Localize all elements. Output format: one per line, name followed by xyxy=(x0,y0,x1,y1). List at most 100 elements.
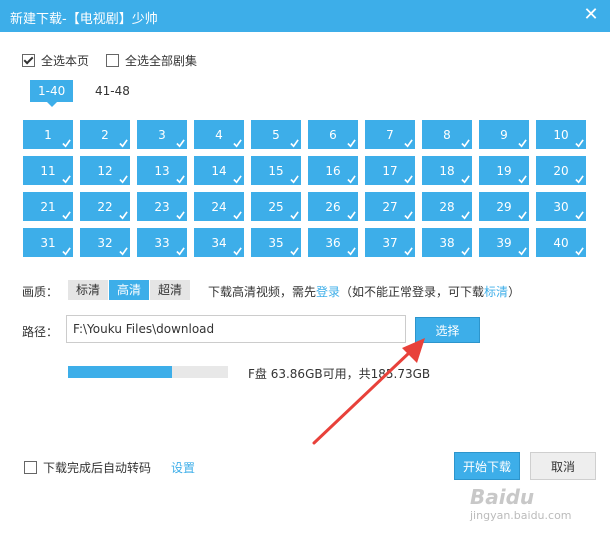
checkmark-icon xyxy=(290,139,299,148)
episode-item[interactable]: 15 xyxy=(251,156,301,185)
episode-item[interactable]: 29 xyxy=(479,192,529,221)
episode-item[interactable]: 20 xyxy=(536,156,586,185)
checkmark-icon xyxy=(62,211,71,220)
episode-item[interactable]: 33 xyxy=(137,228,187,257)
quality-fhd-button[interactable]: 超清 xyxy=(150,280,192,300)
checkmark-icon xyxy=(518,139,527,148)
episode-item[interactable]: 22 xyxy=(80,192,130,221)
episode-item[interactable]: 18 xyxy=(422,156,472,185)
checkmark-icon xyxy=(518,175,527,184)
episode-item[interactable]: 32 xyxy=(80,228,130,257)
tab-range-1-40[interactable]: 1-40 xyxy=(30,80,74,107)
quality-note-middle: （如不能正常登录，可下载 xyxy=(340,285,485,299)
checkbox-unchecked-icon[interactable] xyxy=(106,54,119,67)
episode-item[interactable]: 10 xyxy=(536,120,586,149)
checkmark-icon xyxy=(233,139,242,148)
episode-item[interactable]: 24 xyxy=(194,192,244,221)
episode-item[interactable]: 28 xyxy=(422,192,472,221)
episode-item[interactable]: 36 xyxy=(308,228,358,257)
episode-item[interactable]: 21 xyxy=(23,192,73,221)
checkmark-icon xyxy=(404,175,413,184)
start-download-button[interactable]: 开始下载 xyxy=(454,452,520,480)
download-path-input[interactable]: F:\Youku Files\download xyxy=(66,315,406,343)
disk-usage-bar xyxy=(68,366,228,378)
checkmark-icon xyxy=(404,211,413,220)
checkmark-icon xyxy=(347,247,356,256)
episode-item[interactable]: 2 xyxy=(80,120,130,149)
auto-transcode-label: 下载完成后自动转码 xyxy=(43,461,152,475)
sd-link[interactable]: 标清 xyxy=(484,285,508,299)
episode-item[interactable]: 26 xyxy=(308,192,358,221)
episode-item[interactable]: 31 xyxy=(23,228,73,257)
episode-item[interactable]: 34 xyxy=(194,228,244,257)
quality-note-suffix: ） xyxy=(508,285,521,299)
episode-item[interactable]: 14 xyxy=(194,156,244,185)
episode-item[interactable]: 4 xyxy=(194,120,244,149)
episode-item[interactable]: 1 xyxy=(23,120,73,149)
episode-item[interactable]: 13 xyxy=(137,156,187,185)
checkmark-icon xyxy=(62,139,71,148)
episode-item[interactable]: 8 xyxy=(422,120,472,149)
quality-label: 画质： xyxy=(22,285,59,299)
checkmark-icon xyxy=(233,211,242,220)
quality-sd-button[interactable]: 标清 xyxy=(68,280,110,300)
tab-range-41-48[interactable]: 41-48 xyxy=(87,80,138,102)
quality-hd-button[interactable]: 高清 xyxy=(109,280,151,300)
settings-link[interactable]: 设置 xyxy=(171,459,195,476)
episode-item[interactable]: 39 xyxy=(479,228,529,257)
checkmark-icon xyxy=(290,175,299,184)
episode-item[interactable]: 9 xyxy=(479,120,529,149)
select-all-label: 全选全部剧集 xyxy=(125,54,198,68)
watermark-logo: Baidu xyxy=(470,485,535,509)
checkmark-icon xyxy=(575,211,584,220)
episode-item[interactable]: 35 xyxy=(251,228,301,257)
checkmark-icon xyxy=(575,247,584,256)
checkmark-icon xyxy=(461,175,470,184)
watermark-site: jingyan.baidu.com xyxy=(470,509,572,522)
checkmark-icon xyxy=(347,175,356,184)
checkmark-icon xyxy=(518,211,527,220)
episode-item[interactable]: 23 xyxy=(137,192,187,221)
episode-item[interactable]: 6 xyxy=(308,120,358,149)
episode-item[interactable]: 27 xyxy=(365,192,415,221)
episode-item[interactable]: 5 xyxy=(251,120,301,149)
select-all-checkbox[interactable]: 全选全部剧集 xyxy=(106,52,197,69)
checkmark-icon xyxy=(461,139,470,148)
checkmark-icon xyxy=(290,247,299,256)
checkbox-checked-icon[interactable] xyxy=(22,54,35,67)
watermark: Baidu jingyan.baidu.com xyxy=(470,485,572,522)
checkmark-icon xyxy=(290,211,299,220)
checkmark-icon xyxy=(176,211,185,220)
episode-item[interactable]: 25 xyxy=(251,192,301,221)
checkmark-icon xyxy=(575,139,584,148)
checkmark-icon xyxy=(119,175,128,184)
episode-item[interactable]: 30 xyxy=(536,192,586,221)
episode-item[interactable]: 38 xyxy=(422,228,472,257)
checkmark-icon xyxy=(176,247,185,256)
disk-usage-fill xyxy=(68,366,172,378)
checkbox-unchecked-icon[interactable] xyxy=(24,461,37,474)
disk-space-text: F盘 63.86GB可用，共185.73GB xyxy=(248,367,431,381)
checkmark-icon xyxy=(404,139,413,148)
episode-item[interactable]: 16 xyxy=(308,156,358,185)
episode-item[interactable]: 19 xyxy=(479,156,529,185)
episode-item[interactable]: 12 xyxy=(80,156,130,185)
checkmark-icon xyxy=(119,211,128,220)
episode-item[interactable]: 3 xyxy=(137,120,187,149)
login-link[interactable]: 登录 xyxy=(316,285,340,299)
episode-item[interactable]: 40 xyxy=(536,228,586,257)
close-icon[interactable]: ✕ xyxy=(582,6,600,24)
choose-folder-button[interactable]: 选择 xyxy=(415,317,480,343)
episode-item[interactable]: 7 xyxy=(365,120,415,149)
path-label: 路径： xyxy=(22,325,59,339)
cancel-button[interactable]: 取消 xyxy=(530,452,596,480)
checkmark-icon xyxy=(233,247,242,256)
episode-item[interactable]: 11 xyxy=(23,156,73,185)
checkmark-icon xyxy=(404,247,413,256)
quality-selector: 标清 高清 超清 xyxy=(68,280,192,300)
episode-item[interactable]: 17 xyxy=(365,156,415,185)
auto-transcode-checkbox[interactable]: 下载完成后自动转码 设置 xyxy=(24,459,195,476)
checkmark-icon xyxy=(119,139,128,148)
episode-item[interactable]: 37 xyxy=(365,228,415,257)
select-page-checkbox[interactable]: 全选本页 xyxy=(22,52,89,69)
